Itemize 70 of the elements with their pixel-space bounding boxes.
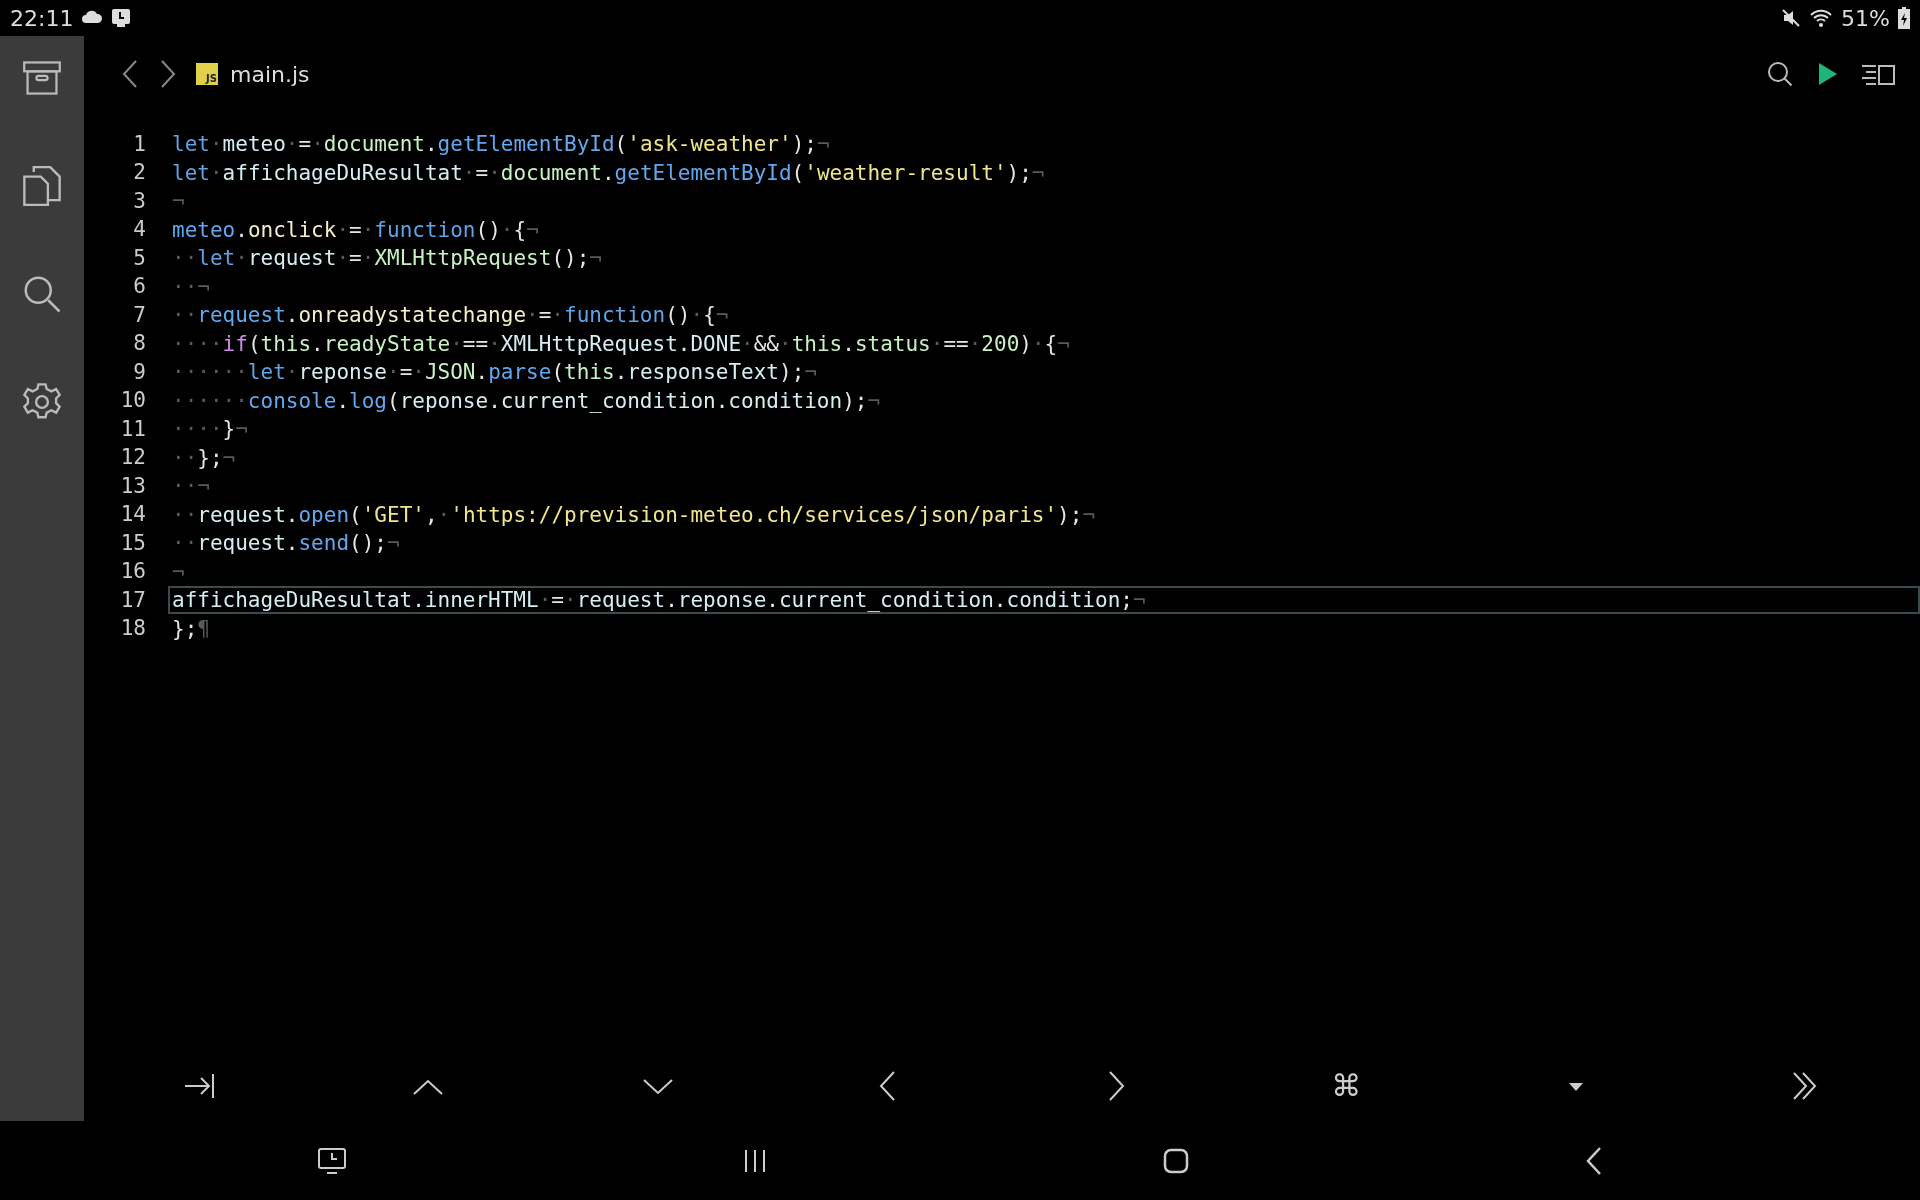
line-number: 18	[119, 615, 146, 642]
search-icon	[1766, 60, 1794, 88]
chevron-right-icon	[1107, 1070, 1126, 1102]
chevron-right-icon	[158, 59, 178, 89]
back-button[interactable]	[120, 59, 140, 89]
chevron-left-icon	[120, 59, 140, 89]
javascript-file-icon: JS	[196, 63, 218, 85]
code-line: ····}¬	[171, 416, 249, 444]
line-number: 5	[132, 244, 146, 272]
battery-percent: 51%	[1841, 4, 1890, 33]
tab-key[interactable]	[182, 1072, 215, 1100]
cloud-icon	[81, 8, 104, 24]
back-nav-button[interactable]	[1584, 1145, 1603, 1176]
line-number: 8	[132, 330, 146, 357]
line-number: 4	[132, 216, 146, 243]
screenshot-button[interactable]	[317, 1146, 348, 1175]
wifi-icon	[1809, 8, 1834, 28]
line-number: 7	[132, 301, 146, 329]
monitor-icon	[317, 1146, 348, 1175]
tab-arrow-icon	[182, 1072, 215, 1100]
list-panel-icon	[1862, 63, 1896, 86]
line-number: 17	[119, 586, 146, 614]
command-key[interactable]: ⌘	[1331, 1071, 1362, 1101]
code-line: ··request.send();¬	[171, 530, 401, 558]
mute-icon	[1781, 8, 1802, 28]
home-button[interactable]	[1162, 1146, 1191, 1175]
code-line: ··};¬	[171, 444, 237, 472]
line-number: 6	[132, 273, 146, 300]
cursor-right-key[interactable]	[1107, 1070, 1126, 1102]
cursor-left-key[interactable]	[878, 1070, 897, 1102]
chevron-down-icon	[641, 1077, 674, 1096]
file-name[interactable]: main.js	[230, 57, 310, 91]
code-line: let·meteo·=·document.getElementById('ask-weather');¬	[171, 131, 831, 159]
code-line: ··request.onreadystatechange·=·function()·{¬	[171, 302, 730, 330]
code-line: ··¬	[171, 473, 211, 501]
line-number: 10	[119, 387, 146, 414]
code-line: meteo.onclick·=·function()·{¬	[171, 216, 540, 244]
code-line: ¬	[171, 188, 186, 216]
chevron-left-icon	[878, 1070, 897, 1102]
outline-toggle-button[interactable]	[1862, 62, 1896, 86]
code-line: ······console.log(reponse.current_condition.condition);¬	[171, 387, 882, 415]
code-line: ····if(this.readyState·==·XMLHttpRequest.DONE·&&·this.status·==·200)·{¬	[171, 330, 1071, 358]
chevron-up-icon	[412, 1077, 445, 1096]
code-line: ··let·request·=·XMLHttpRequest();¬	[171, 245, 603, 273]
line-number: 11	[119, 415, 146, 443]
run-button[interactable]	[1818, 61, 1838, 87]
chevron-left-icon	[1584, 1145, 1603, 1176]
line-number: 1	[132, 130, 146, 158]
code-line: ¬	[171, 558, 186, 586]
screenshot-notification-icon	[111, 8, 132, 28]
line-number: 12	[119, 444, 146, 471]
caret-down-icon	[1567, 1081, 1584, 1092]
line-number: 16	[119, 558, 146, 585]
code-line: ··request.open('GET',·'https://prevision-meteo.ch/services/json/paris');¬	[171, 501, 1097, 529]
clock-time: 22:11	[10, 4, 74, 33]
line-number: 15	[119, 529, 146, 557]
line-number: 2	[132, 159, 146, 186]
line-number: 3	[132, 187, 146, 215]
code-line: let·affichageDuResultat·=·document.getElementById('weather-result');¬	[171, 159, 1046, 187]
rounded-square-icon	[1162, 1146, 1191, 1175]
search-button[interactable]	[1766, 60, 1794, 88]
battery-charging-icon	[1898, 7, 1910, 29]
code-line: ··¬	[171, 273, 211, 301]
line-number: 13	[119, 472, 146, 500]
line-number: 14	[119, 501, 146, 528]
code-line: };¶	[171, 615, 211, 643]
play-icon	[1818, 62, 1838, 87]
line-number: 9	[132, 358, 146, 386]
code-line: ······let·reponse·=·JSON.parse(this.responseText);¬	[171, 359, 818, 387]
forward-button[interactable]	[158, 59, 178, 89]
